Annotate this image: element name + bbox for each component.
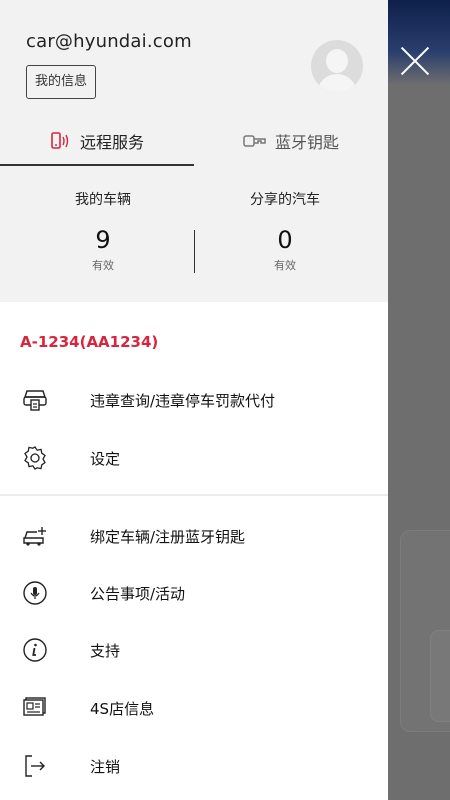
menu-item-settings[interactable]: 设定 — [0, 429, 388, 487]
menu-item-logout[interactable]: 注销 — [0, 737, 388, 795]
dealer-card-icon — [23, 697, 46, 716]
info-icon — [23, 638, 47, 662]
avatar[interactable] — [311, 40, 363, 92]
gear-icon — [24, 446, 46, 470]
my-vehicles-stat[interactable]: 我的车辆 9 有效 — [6, 185, 200, 273]
menu-divider — [0, 494, 388, 496]
microphone-icon — [23, 581, 47, 605]
menu-item-violation[interactable]: 违章查询/违章停车罚款代付 — [0, 371, 388, 429]
shared-cars-count: 0 — [277, 226, 293, 254]
drawer-header: car@hyundai.com 我的信息 远程服务 蓝牙钥匙 我的车辆 9 有效… — [0, 0, 388, 302]
service-tabs: 远程服务 蓝牙钥匙 — [0, 118, 388, 166]
menu-item-bind-vehicle-label: 绑定车辆/注册蓝牙钥匙 — [90, 527, 246, 546]
remote-phone-icon — [51, 132, 69, 149]
menu-item-dealer[interactable]: 4S店信息 — [0, 679, 388, 737]
tab-bluetooth-key[interactable]: 蓝牙钥匙 — [194, 118, 388, 164]
bluetooth-key-icon — [243, 135, 266, 147]
shared-cars-stat[interactable]: 分享的汽车 0 有效 — [188, 185, 382, 273]
my-vehicles-count: 9 — [95, 226, 111, 254]
background-card — [430, 630, 450, 722]
vehicle-plate[interactable]: A-1234(AA1234) — [20, 333, 158, 351]
menu-item-dealer-label: 4S店信息 — [90, 699, 155, 718]
user-email: car@hyundai.com — [26, 31, 192, 52]
menu-item-settings-label: 设定 — [90, 449, 121, 468]
traffic-violation-icon — [23, 390, 47, 411]
tab-remote-service[interactable]: 远程服务 — [0, 118, 194, 166]
menu-item-support[interactable]: 支持 — [0, 621, 388, 679]
add-car-icon — [23, 527, 46, 546]
shared-cars-status: 有效 — [274, 259, 296, 272]
close-icon[interactable] — [398, 44, 432, 78]
side-drawer: car@hyundai.com 我的信息 远程服务 蓝牙钥匙 我的车辆 9 有效… — [0, 0, 388, 800]
menu-item-support-label: 支持 — [90, 641, 121, 660]
my-info-button[interactable]: 我的信息 — [26, 65, 97, 99]
my-vehicles-title: 我的车辆 — [75, 192, 131, 208]
menu-item-bind-vehicle[interactable]: 绑定车辆/注册蓝牙钥匙 — [0, 507, 388, 565]
menu-item-announcements[interactable]: 公告事项/活动 — [0, 564, 388, 622]
menu-item-announcements-label: 公告事项/活动 — [90, 584, 186, 603]
menu-item-logout-label: 注销 — [90, 757, 121, 776]
menu-item-violation-label: 违章查询/违章停车罚款代付 — [90, 391, 276, 410]
tab-remote-service-label: 远程服务 — [79, 133, 144, 152]
tab-bluetooth-key-label: 蓝牙钥匙 — [274, 133, 339, 152]
vehicle-stats: 我的车辆 9 有效 分享的汽车 0 有效 — [0, 185, 388, 285]
shared-cars-title: 分享的汽车 — [250, 192, 320, 208]
logout-icon — [25, 755, 45, 777]
my-vehicles-status: 有效 — [92, 259, 114, 272]
